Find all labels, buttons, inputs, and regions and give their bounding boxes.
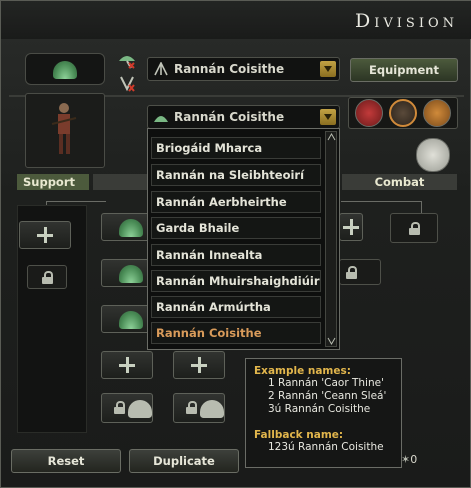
name-tooltip: Example names: 1 Rannán 'Caor Thine' 2 R… — [245, 358, 402, 468]
chevron-up-icon[interactable] — [327, 133, 336, 141]
title-bar: Division — [1, 1, 471, 39]
locked-battalion-slot — [101, 393, 153, 423]
locked-combat-slot — [390, 213, 438, 243]
chevron-down-icon[interactable] — [320, 109, 336, 125]
combat-column-label: Combat — [342, 174, 457, 190]
support-column-label: Support — [17, 174, 89, 190]
star-icon: ✶ — [401, 453, 411, 466]
soldier-portrait — [25, 93, 105, 168]
compass-icon — [154, 62, 168, 76]
chevron-down-icon[interactable] — [327, 337, 336, 345]
column-header-spacer — [93, 174, 148, 190]
add-battalion-button[interactable] — [101, 351, 153, 379]
list-item[interactable]: Rannán na Sleibhteoirí — [151, 164, 321, 186]
soldier-icon — [51, 103, 77, 154]
helmet-icon — [200, 400, 224, 418]
unit-remove-icon[interactable] — [117, 75, 137, 93]
template-history-icon[interactable] — [117, 51, 137, 69]
counter: ✶0 — [401, 453, 441, 471]
helmet-icon — [154, 116, 168, 122]
infantry-battalion-slot[interactable] — [101, 213, 153, 241]
division-window: Division Rannán Coisithe Equipment Ranná… — [0, 0, 471, 488]
chevron-down-icon[interactable] — [355, 99, 383, 127]
lock-icon — [42, 271, 53, 284]
locked-combat-slot — [339, 259, 381, 285]
reset-button[interactable]: Reset — [11, 449, 121, 473]
helmet-icon — [128, 400, 152, 418]
combat-connector — [341, 201, 421, 202]
tooltip-example: 2 Rannán 'Ceann Sleá' — [268, 390, 387, 402]
tooltip-example: 1 Rannán 'Caor Thine' — [268, 377, 384, 389]
locked-battalion-slot — [173, 393, 225, 423]
lock-icon — [186, 401, 197, 414]
tooltip-fallback-header: Fallback name: — [254, 429, 344, 441]
chevron-up-icon[interactable] — [423, 99, 451, 127]
helmet-icon — [119, 311, 143, 329]
lock-icon — [409, 222, 420, 235]
helmet-icon — [53, 61, 77, 79]
add-support-company-button[interactable] — [19, 221, 71, 249]
helmet-icon — [119, 265, 143, 283]
combat-connector — [421, 201, 422, 213]
helmet-icon — [119, 219, 143, 237]
infantry-battalion-slot[interactable] — [101, 259, 153, 287]
duplicate-button[interactable]: Duplicate — [129, 449, 239, 473]
speech-bubble-icon[interactable] — [416, 138, 450, 172]
division-type-list: Briogáid Mharca Rannán na Sleibhteoirí R… — [147, 128, 340, 350]
division-name-value: Rannán Coisithe — [174, 62, 285, 76]
infantry-battalion-slot[interactable] — [101, 305, 153, 333]
window-title: Division — [355, 10, 458, 32]
list-scrollbar[interactable] — [325, 131, 337, 347]
equipment-button[interactable]: Equipment — [350, 58, 458, 82]
lock-icon — [346, 266, 357, 279]
list-item[interactable]: Garda Bhaile — [151, 217, 321, 239]
division-type-value: Rannán Coisithe — [174, 110, 285, 124]
division-icon-slot[interactable] — [25, 53, 105, 85]
tooltip-example: 3ú Rannán Coisithe — [268, 403, 371, 415]
list-item[interactable]: Briogáid Mharca — [151, 137, 321, 159]
division-name-dropdown[interactable]: Rannán Coisithe — [147, 57, 340, 81]
chevron-down-icon[interactable] — [320, 61, 336, 77]
division-type-dropdown[interactable]: Rannán Coisithe — [147, 105, 340, 129]
tooltip-example-header: Example names: — [254, 365, 351, 377]
tooltip-fallback: 123ú Rannán Coisithe — [268, 441, 384, 453]
list-item[interactable]: Rannán Armúrtha — [151, 296, 321, 318]
list-item[interactable]: Rannán Innealta — [151, 244, 321, 266]
priority-selector — [348, 97, 458, 129]
priority-normal-icon[interactable] — [389, 99, 417, 127]
locked-support-slot — [27, 265, 67, 289]
add-battalion-button[interactable] — [173, 351, 225, 379]
list-item-selected[interactable]: Rannán Coisithe — [151, 322, 321, 344]
lock-icon — [114, 401, 125, 414]
support-connector — [46, 201, 106, 202]
list-item[interactable]: Rannán Aerbheirthe — [151, 191, 321, 213]
add-battalion-button[interactable] — [339, 213, 363, 241]
counter-value: 0 — [410, 453, 418, 466]
list-item[interactable]: Rannán Mhuirshaighdiúir — [151, 270, 321, 292]
